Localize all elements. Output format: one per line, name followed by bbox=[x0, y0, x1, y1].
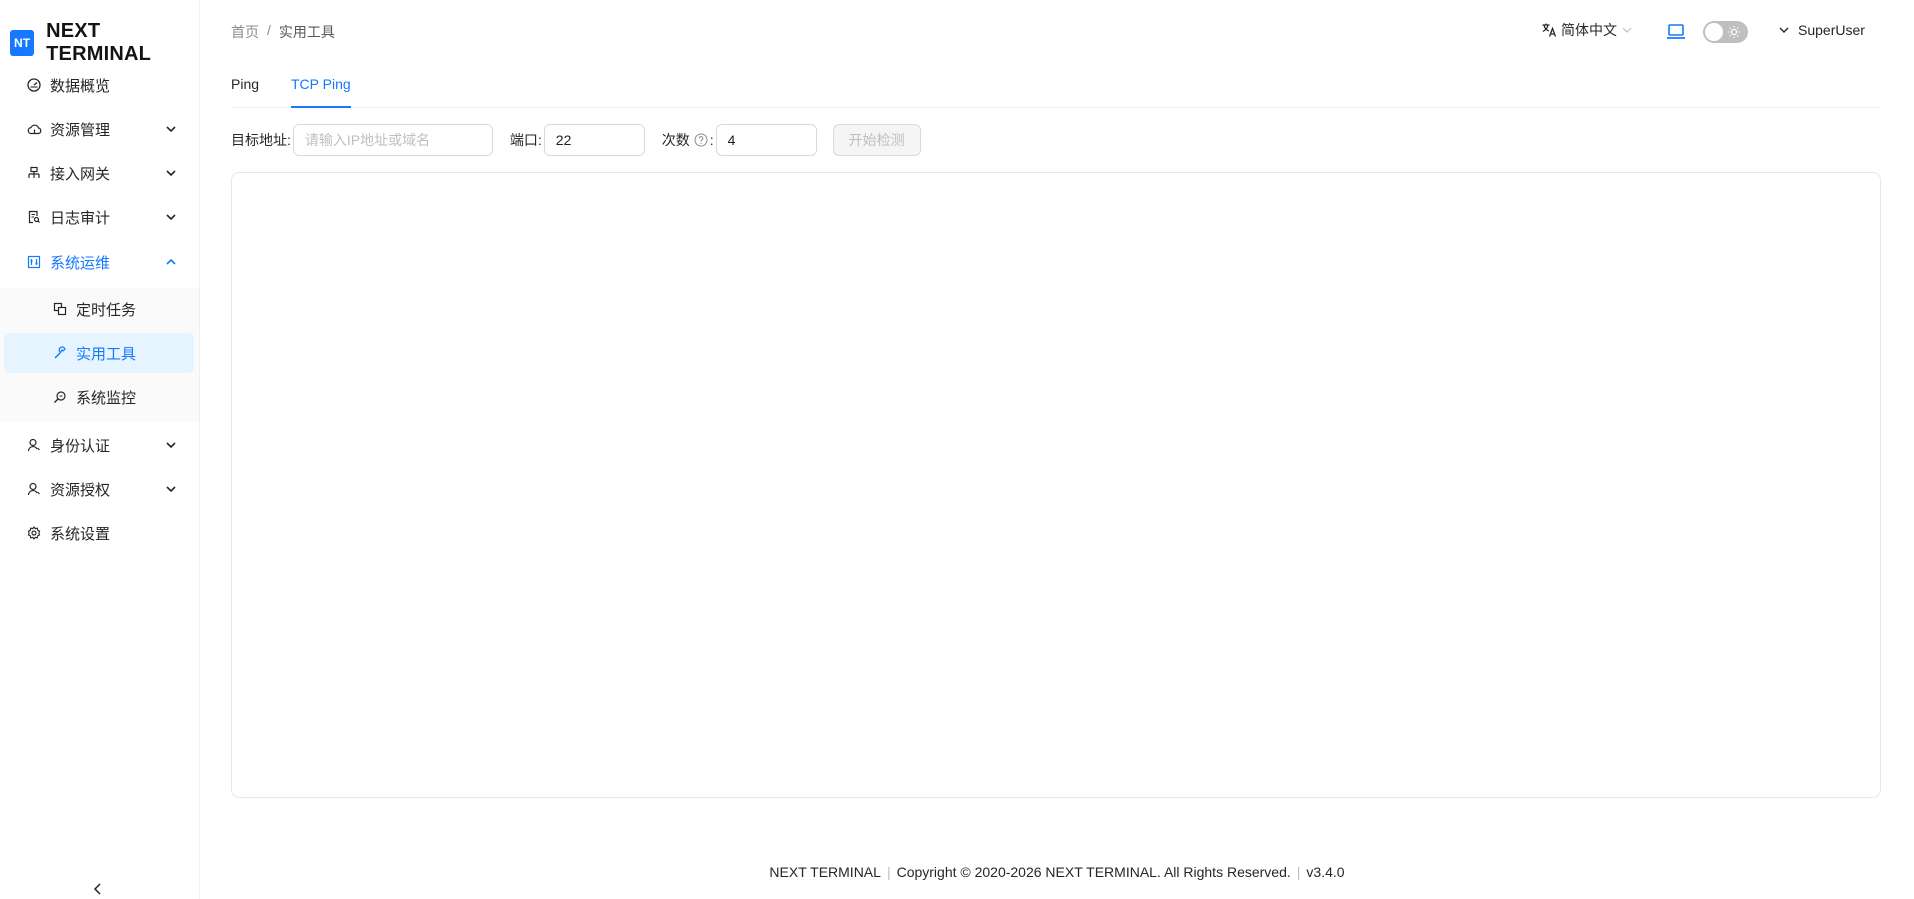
breadcrumb-separator: / bbox=[267, 22, 271, 38]
chevron-down-icon bbox=[166, 214, 176, 221]
chevron-down-icon bbox=[166, 442, 176, 449]
app-logo[interactable]: NT NEXT TERMINAL bbox=[10, 20, 199, 66]
app-title: NEXT TERMINAL bbox=[46, 20, 152, 65]
sidebar-subitem-scheduled-tasks[interactable]: 定时任务 bbox=[4, 289, 194, 329]
audit-icon bbox=[26, 209, 42, 225]
language-label: 简体中文 bbox=[1561, 22, 1617, 38]
terminal-output-panel[interactable] bbox=[231, 172, 1881, 798]
toggle-knob bbox=[1705, 23, 1723, 41]
breadcrumb: 首页 / 实用工具 bbox=[231, 22, 335, 42]
username: SuperUser bbox=[1798, 22, 1865, 38]
count-input[interactable] bbox=[715, 124, 817, 156]
sidebar-item-label: 数据概览 bbox=[50, 77, 111, 95]
sun-icon bbox=[1727, 25, 1741, 39]
start-check-button[interactable]: 开始检测 bbox=[832, 124, 921, 156]
sidebar-item-authorization[interactable]: 资源授权 bbox=[4, 469, 194, 509]
user-icon bbox=[26, 481, 42, 497]
tab-tcp-ping[interactable]: TCP Ping bbox=[291, 76, 351, 108]
dashboard-icon bbox=[26, 77, 42, 93]
footer-separator: | bbox=[886, 864, 891, 880]
translate-icon bbox=[1542, 23, 1557, 37]
sidebar: NT NEXT TERMINAL 数据概览 资源管理 接入网关 日志审计 系统运… bbox=[0, 0, 200, 899]
sidebar-item-label: 资源授权 bbox=[50, 481, 111, 499]
chevron-down-icon bbox=[166, 170, 176, 177]
tool-icon bbox=[52, 345, 68, 361]
sidebar-item-audit[interactable]: 日志审计 bbox=[4, 197, 194, 237]
sidebar-item-label: 接入网关 bbox=[50, 165, 111, 183]
sidebar-subitem-utilities[interactable]: 实用工具 bbox=[4, 333, 194, 373]
footer-copyright: Copyright © 2020-2026 NEXT TERMINAL. All… bbox=[896, 864, 1291, 880]
user-icon bbox=[26, 437, 42, 453]
user-menu[interactable]: SuperUser bbox=[1778, 22, 1865, 38]
chevron-down-icon bbox=[1779, 27, 1789, 33]
sidebar-item-label: 系统运维 bbox=[50, 254, 111, 272]
breadcrumb-home[interactable]: 首页 bbox=[231, 22, 259, 42]
schedule-icon bbox=[52, 301, 68, 317]
port-input[interactable] bbox=[543, 124, 645, 156]
chevron-down-icon bbox=[166, 126, 176, 133]
chevron-down-icon bbox=[1622, 27, 1632, 33]
chevron-left-icon bbox=[93, 883, 101, 895]
chevron-down-icon bbox=[166, 486, 176, 493]
gateway-icon bbox=[26, 165, 42, 181]
cloud-icon bbox=[26, 121, 42, 137]
tcp-ping-form: 目标地址: 端口: 次数 : 开始检测 bbox=[231, 124, 921, 156]
logo-mark: NT bbox=[10, 30, 35, 56]
target-label: 目标地址: bbox=[231, 132, 291, 148]
count-label: 次数 bbox=[661, 132, 690, 148]
ops-icon bbox=[26, 254, 42, 270]
target-address-input[interactable] bbox=[292, 124, 493, 156]
footer-separator: | bbox=[1296, 864, 1301, 880]
sidebar-item-ops[interactable]: 系统运维 bbox=[4, 242, 194, 282]
tab-bar: Ping TCP Ping bbox=[231, 64, 1881, 108]
language-selector[interactable]: 简体中文 bbox=[1541, 20, 1633, 40]
footer-brand: NEXT TERMINAL bbox=[769, 864, 881, 880]
tab-ping[interactable]: Ping bbox=[231, 76, 259, 108]
sidebar-item-label: 定时任务 bbox=[76, 301, 137, 319]
count-label-colon: : bbox=[709, 132, 714, 148]
sidebar-item-resources[interactable]: 资源管理 bbox=[4, 109, 194, 149]
port-label: 端口: bbox=[509, 132, 542, 148]
sidebar-item-label: 资源管理 bbox=[50, 121, 111, 139]
sidebar-item-label: 日志审计 bbox=[50, 209, 111, 227]
sidebar-item-label: 实用工具 bbox=[76, 345, 137, 363]
footer-version: v3.4.0 bbox=[1306, 864, 1345, 880]
sidebar-item-gateway[interactable]: 接入网关 bbox=[4, 153, 194, 193]
sidebar-subitem-system-monitor[interactable]: 系统监控 bbox=[4, 377, 194, 417]
laptop-icon[interactable] bbox=[1666, 23, 1686, 41]
chevron-up-icon bbox=[166, 258, 176, 265]
sidebar-item-identity[interactable]: 身份认证 bbox=[4, 425, 194, 465]
sidebar-collapse-button[interactable] bbox=[88, 880, 108, 898]
sidebar-item-label: 系统设置 bbox=[50, 525, 111, 543]
gear-icon bbox=[26, 525, 42, 541]
question-circle-icon[interactable] bbox=[694, 133, 708, 147]
sidebar-item-dashboard[interactable]: 数据概览 bbox=[4, 65, 194, 105]
sidebar-item-settings[interactable]: 系统设置 bbox=[4, 513, 194, 553]
monitor-search-icon bbox=[52, 389, 68, 405]
breadcrumb-current: 实用工具 bbox=[278, 24, 335, 40]
theme-toggle[interactable] bbox=[1703, 21, 1748, 43]
sidebar-item-label: 身份认证 bbox=[50, 437, 111, 455]
footer: NEXT TERMINAL | Copyright © 2020-2026 NE… bbox=[200, 864, 1914, 880]
sidebar-item-label: 系统监控 bbox=[76, 389, 137, 407]
